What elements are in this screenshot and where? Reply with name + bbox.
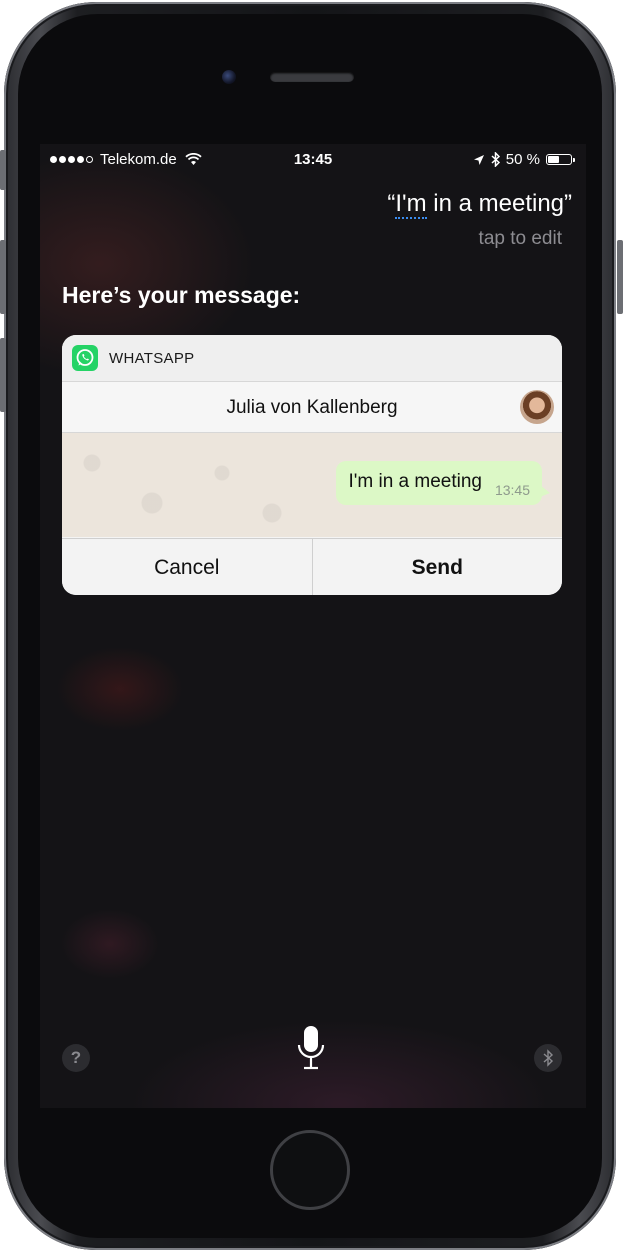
app-name-label: WHATSAPP <box>109 350 195 367</box>
recipient-name: Julia von Kallenberg <box>226 397 398 418</box>
tap-to-edit-hint[interactable]: tap to edit <box>479 228 562 250</box>
transcript-rest: in a meeting” <box>426 190 572 217</box>
card-actions: Cancel Send <box>62 538 562 595</box>
power-button <box>617 240 623 314</box>
battery-percent: 50 % <box>505 151 540 168</box>
battery-level-fill <box>548 156 559 163</box>
front-camera <box>222 70 236 84</box>
microphone-icon[interactable] <box>296 1024 326 1072</box>
siri-transcript[interactable]: “I'm in a meeting” <box>387 190 572 219</box>
earpiece-speaker <box>270 72 354 82</box>
transcript-underlined-word: I'm <box>395 190 427 219</box>
location-arrow-icon <box>473 154 484 165</box>
recipient-row: Julia von Kallenberg <box>62 382 562 433</box>
cancel-button[interactable]: Cancel <box>62 539 312 595</box>
bluetooth-button[interactable] <box>534 1044 562 1072</box>
whatsapp-icon <box>72 345 98 371</box>
chat-preview: I'm in a meeting 13:45 <box>62 433 562 537</box>
help-icon[interactable]: ? <box>62 1044 90 1072</box>
message-text: I'm in a meeting <box>348 471 482 492</box>
bluetooth-icon <box>543 1049 554 1067</box>
send-button[interactable]: Send <box>311 539 563 595</box>
siri-heading: Here’s your message: <box>62 282 301 308</box>
bubble-tail <box>540 485 550 497</box>
siri-screen: Telekom.de 13:45 50 % “I'm in a meeting”… <box>40 144 586 1108</box>
status-bar: Telekom.de 13:45 50 % <box>40 144 586 174</box>
bluetooth-icon <box>491 152 500 167</box>
message-bubble: I'm in a meeting 13:45 <box>336 461 550 505</box>
battery-tip <box>573 158 575 162</box>
volume-down-button <box>0 338 6 412</box>
message-card: WHATSAPP Julia von Kallenberg I'm in a m… <box>62 335 562 595</box>
status-right: 50 % <box>473 151 575 168</box>
avatar <box>520 390 554 424</box>
volume-up-button <box>0 240 6 314</box>
message-timestamp: 13:45 <box>494 482 530 498</box>
card-header: WHATSAPP <box>62 335 562 382</box>
mute-switch <box>0 150 6 190</box>
home-button[interactable] <box>270 1130 350 1210</box>
battery-icon <box>546 154 575 165</box>
